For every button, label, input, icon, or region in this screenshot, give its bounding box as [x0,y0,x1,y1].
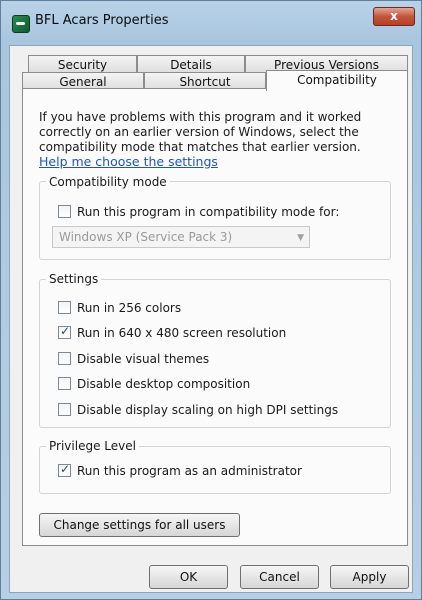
intro-text: If you have problems with this program a… [39,110,362,154]
settings-option-label: Run in 640 x 480 screen resolution [77,326,287,340]
close-button[interactable]: x [373,7,415,26]
settings-title: Settings [46,272,102,286]
admin-label: Run this program as an administrator [77,464,302,478]
settings-checkbox[interactable] [58,324,71,339]
change-settings-all-users-button[interactable]: Change settings for all users [39,513,240,537]
window-title: BFL Acars Properties [35,13,169,28]
properties-window: BFL Acars Properties x Security Details … [0,0,422,600]
help-link[interactable]: Help me choose the settings [39,154,218,169]
cancel-button[interactable]: Cancel [240,565,319,589]
title-bar[interactable]: BFL Acars Properties x [1,1,421,41]
ok-button[interactable]: OK [149,565,228,589]
admin-checkbox[interactable] [58,462,71,477]
settings-option-label: Disable visual themes [77,352,210,366]
compatibility-mode-title: Compatibility mode [46,175,170,189]
compat-mode-label: Run this program in compatibility mode f… [77,205,340,219]
apply-button[interactable]: Apply [330,565,409,589]
settings-option-label: Disable display scaling on high DPI sett… [77,403,339,417]
os-version-value: Windows XP (Service Pack 3) [59,230,233,244]
tab-compatibility[interactable]: Compatibility [266,70,408,91]
settings-checkbox[interactable] [58,301,71,314]
settings-option-label: Run in 256 colors [77,301,182,315]
app-icon [12,15,30,33]
os-version-select[interactable]: Windows XP (Service Pack 3) ▼ [52,226,310,248]
settings-checkbox[interactable] [58,352,71,365]
privilege-level-title: Privilege Level [46,439,139,453]
compatibility-mode-group [39,181,391,260]
settings-checkbox[interactable] [58,377,71,390]
settings-checkbox[interactable] [58,403,71,416]
close-icon: x [390,9,398,23]
compat-mode-checkbox[interactable] [58,205,71,218]
settings-option-label: Disable desktop composition [77,377,251,391]
chevron-down-icon: ▼ [297,233,304,243]
